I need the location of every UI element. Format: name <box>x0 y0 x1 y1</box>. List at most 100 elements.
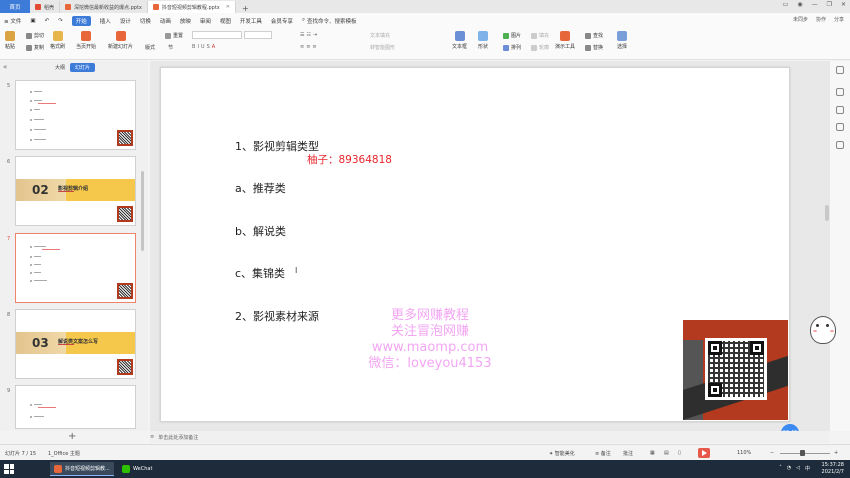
minimize-icon[interactable]: — <box>812 1 818 8</box>
tab-docer[interactable]: 稻壳 <box>30 1 61 13</box>
reset-button[interactable]: 重置 <box>165 32 183 39</box>
bullets-icon[interactable]: ☰ <box>300 32 304 38</box>
notes-toggle[interactable]: ≡ 备注 <box>595 450 611 457</box>
picture-button[interactable]: 图片 <box>503 32 521 39</box>
properties-icon[interactable] <box>836 88 844 96</box>
redo-icon[interactable]: ↷ <box>58 18 63 24</box>
collapse-panel-icon[interactable]: « <box>3 63 7 71</box>
network-icon[interactable]: ◔ <box>787 465 791 472</box>
tab-document-2[interactable]: 抖音短视频剪辑教程.pptx ✕ <box>147 1 236 13</box>
menu-animation[interactable]: 动画 <box>160 17 171 25</box>
notes-bar[interactable]: ≡ 单击此处添加备注 <box>150 431 830 443</box>
add-slide-button[interactable]: + <box>68 431 76 442</box>
close-icon[interactable]: ✕ <box>226 4 230 10</box>
new-tab-button[interactable]: + <box>236 4 255 13</box>
menu-home[interactable]: 开始 <box>71 15 91 26</box>
format-painter-button[interactable]: 格式刷 <box>50 31 65 50</box>
find-button[interactable]: 查找 <box>585 32 603 39</box>
replace-button[interactable]: 替换 <box>585 44 603 51</box>
new-slide-button[interactable]: 新建幻灯片 <box>108 31 133 50</box>
underline-icon[interactable]: U <box>201 44 205 50</box>
close-window-icon[interactable]: ✕ <box>841 1 846 8</box>
menu-member[interactable]: 会员专享 <box>271 17 293 25</box>
system-clock[interactable]: 15:37:28 2021/2/7 <box>822 462 844 476</box>
canvas-scrollbar[interactable] <box>825 205 829 221</box>
slide-item-c[interactable]: c、集锦类 <box>235 265 285 281</box>
menu-developer[interactable]: 开发工具 <box>240 17 262 25</box>
text-fill-button[interactable]: 文本填充 <box>370 32 390 39</box>
menu-file[interactable]: ≡ 文件 <box>4 17 21 25</box>
avatar[interactable]: ◉ <box>797 1 802 8</box>
zoom-slider[interactable] <box>780 453 830 454</box>
layout-icon[interactable]: ▭ <box>783 1 789 8</box>
menu-view[interactable]: 视图 <box>220 17 231 25</box>
font-style-buttons[interactable]: B I U S A <box>192 44 215 50</box>
tab-home[interactable]: 首页 <box>0 0 30 13</box>
strikethrough-icon[interactable]: S <box>207 44 210 50</box>
command-search[interactable]: ⌕ 查找命令、搜索模板 <box>302 17 357 25</box>
font-family-select[interactable] <box>192 31 242 39</box>
volume-icon[interactable]: ◁ <box>796 465 800 472</box>
slide-thumbnail-6[interactable]: 02 影视剪辑介绍 <box>15 156 136 226</box>
tab-document-1[interactable]: 深挖微信最新收益的爆点.pptx <box>60 1 148 13</box>
indent-icon[interactable]: ⇥ <box>313 32 317 38</box>
paragraph-buttons[interactable]: ☰ ☷ ⇥ <box>300 32 317 38</box>
shape-props-icon[interactable] <box>836 123 844 131</box>
zoom-slider-handle[interactable] <box>800 450 805 456</box>
slide-item-a[interactable]: a、推荐类 <box>235 180 286 196</box>
start-current-button[interactable]: 当页开始 <box>76 31 96 50</box>
fill-button[interactable]: 填充 <box>531 32 549 39</box>
select-button[interactable]: 选择 <box>617 31 627 50</box>
slide-red-note[interactable]: 柚子：89364818 <box>307 152 392 167</box>
italic-icon[interactable]: I <box>197 44 198 50</box>
align-center-icon[interactable]: ≡ <box>306 44 310 50</box>
input-method-icon[interactable]: 中 <box>805 465 810 472</box>
pointer-icon[interactable] <box>836 66 844 74</box>
layout-button[interactable]: 版式 <box>145 44 155 51</box>
numbering-icon[interactable]: ☷ <box>306 32 310 38</box>
menu-insert[interactable]: 插入 <box>100 17 111 25</box>
text-box-button[interactable]: 文本框 <box>452 31 467 50</box>
play-slideshow-button[interactable] <box>698 448 710 458</box>
font-size-select[interactable] <box>244 31 272 39</box>
panel-scrollbar[interactable] <box>141 171 144 251</box>
outline-button[interactable]: 轮廓 <box>531 44 549 51</box>
arrange-button[interactable]: 排列 <box>503 44 521 51</box>
animation-icon[interactable] <box>836 106 844 114</box>
menu-design[interactable]: 设计 <box>120 17 131 25</box>
section-button[interactable]: 节 <box>168 44 173 51</box>
align-buttons[interactable]: ≡ ≡ ≡ <box>300 44 317 50</box>
bold-icon[interactable]: B <box>192 44 195 50</box>
undo-icon[interactable]: ↶ <box>45 18 50 24</box>
slide-thumbnail-8[interactable]: 03 解说类文案怎么写 <box>15 309 136 379</box>
cut-button[interactable]: 剪切 <box>26 32 44 39</box>
align-left-icon[interactable]: ≡ <box>300 44 304 50</box>
font-color-icon[interactable]: A <box>212 44 215 50</box>
tray-arrow-icon[interactable]: ˄ <box>779 465 782 472</box>
view-reading-icon[interactable]: ▯ <box>678 450 681 456</box>
menu-slideshow[interactable]: 放映 <box>180 17 191 25</box>
menu-review[interactable]: 审阅 <box>200 17 211 25</box>
slide-item-b[interactable]: b、解说类 <box>235 223 286 239</box>
zoom-level[interactable]: 110% <box>737 450 751 456</box>
smart-beautify-button[interactable]: ✦ 智能美化 <box>549 450 575 457</box>
slide-thumbnail-7[interactable] <box>15 233 136 303</box>
save-icon[interactable]: ▣ <box>30 18 35 24</box>
paste-button[interactable]: 粘贴 <box>5 31 15 50</box>
maximize-icon[interactable]: ❐ <box>827 1 832 8</box>
view-sorter-icon[interactable]: ▤ <box>664 450 669 456</box>
sync-status[interactable]: 未同步 <box>793 16 808 23</box>
align-right-icon[interactable]: ≡ <box>312 44 316 50</box>
taskbar-app-wechat[interactable]: WeChat <box>118 462 156 476</box>
slide-heading-2[interactable]: 2、影视素材来源 <box>235 308 319 324</box>
zoom-in-icon[interactable]: + <box>834 450 838 456</box>
slide-thumbnail-5[interactable] <box>15 80 136 150</box>
slideshow-tool-button[interactable]: 演示工具 <box>555 31 575 50</box>
tab-outline[interactable]: 大纲 <box>50 63 70 72</box>
zoom-out-icon[interactable]: − <box>770 450 774 456</box>
convert-smartart-button[interactable]: 转智能图形 <box>370 44 395 51</box>
comment-toggle[interactable]: 批注 <box>623 450 633 457</box>
view-normal-icon[interactable]: ▦ <box>650 450 655 456</box>
tab-slides[interactable]: 幻灯片 <box>70 63 96 72</box>
start-button[interactable] <box>4 464 14 474</box>
